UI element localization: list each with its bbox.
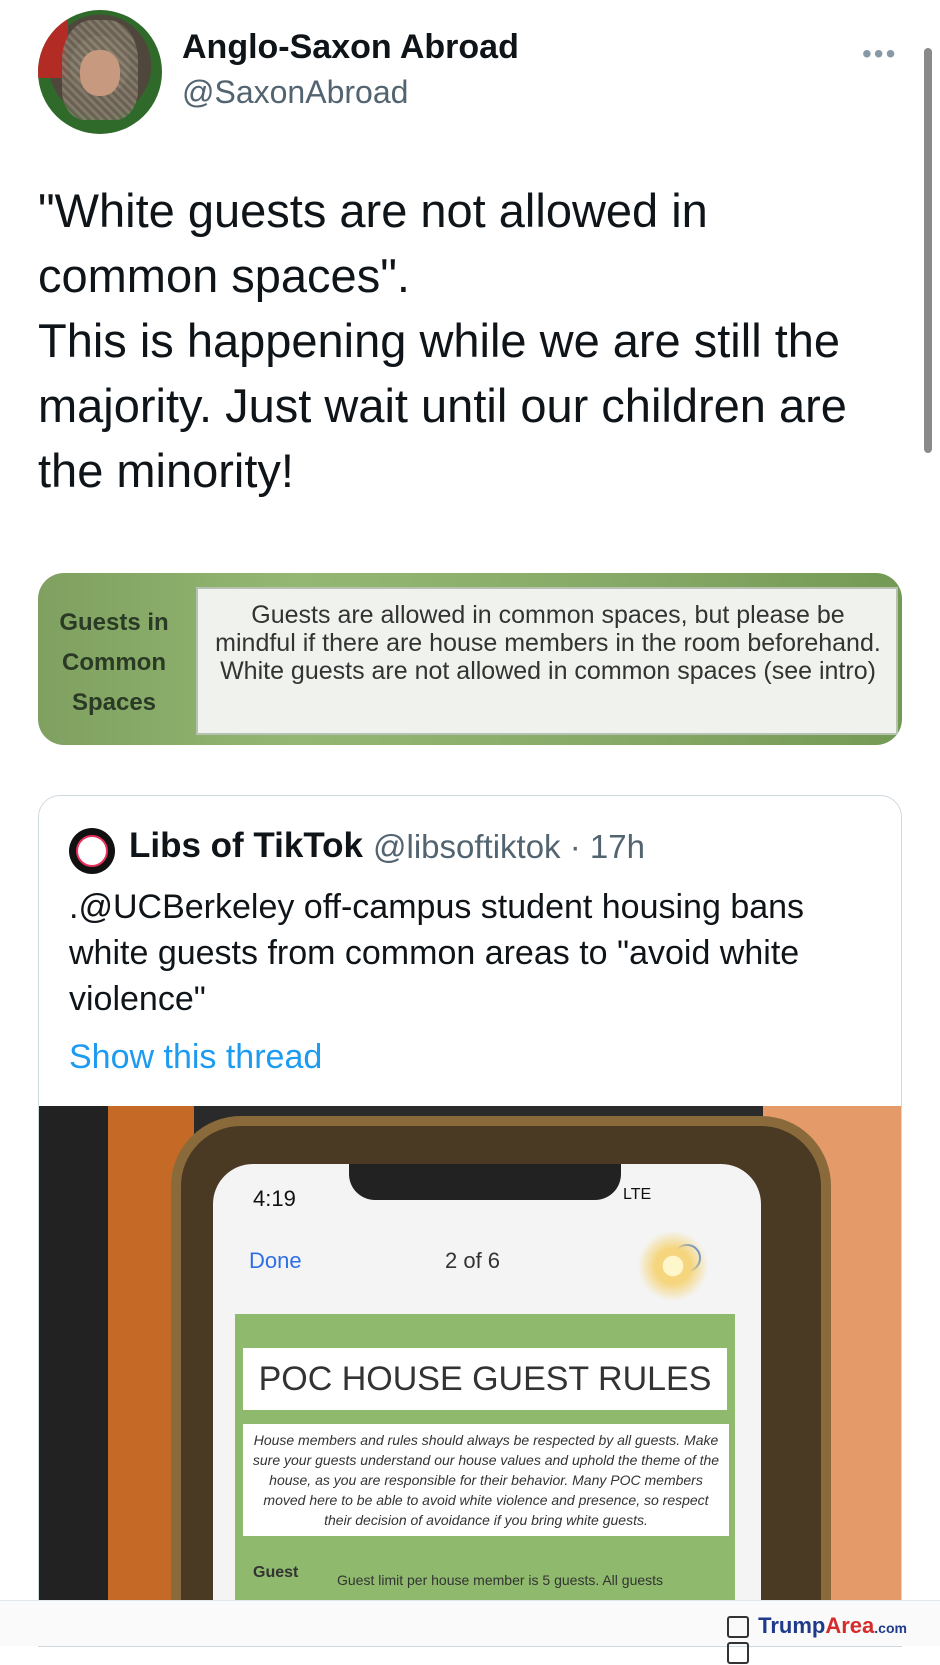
phone-time: 4:19 [253,1186,296,1211]
watermark-prefix: Trump [758,1613,826,1638]
document: POC HOUSE GUEST RULES House members and … [235,1314,735,1646]
watermark-right-icon [727,1642,749,1665]
image-label: Guests in Common Spaces [59,609,169,716]
avatar-face [80,50,120,96]
watermark-accent: Area [825,1613,875,1638]
camera-flash-glare [623,1216,723,1316]
scrollbar[interactable] [924,48,932,453]
more-dots-icon[interactable]: ••• [862,38,897,70]
tweet-image[interactable]: Guests in Common Spaces Guests are allow… [38,573,902,745]
quoted-avatar[interactable] [69,828,115,874]
watermark-bar: TrumpArea.com [0,1600,940,1665]
quoted-author-name[interactable]: Libs of TikTok [129,826,363,866]
page-indicator: 2 of 6 [445,1248,501,1273]
image-rule-text: Guests are allowed in common spaces, but… [215,601,881,685]
watermark-suffix: .com [874,1620,907,1636]
quoted-tweet-text: .@UCBerkeley off-campus student housing … [69,888,805,1018]
show-thread-link[interactable]: Show this thread [69,1038,322,1077]
document-guest-label: Guest [253,1564,299,1581]
document-title: POC HOUSE GUEST RULES [243,1348,727,1410]
watermark: TrumpArea.com [724,1613,940,1665]
quoted-tweet-card[interactable]: Libs of TikTok @libsoftiktok · 17h .@UCB… [38,795,902,1647]
quoted-photo[interactable]: 4:19 LTE Done 2 of 6 POC HOUSE GUEST RUL… [39,1106,901,1646]
author-avatar[interactable] [38,10,162,134]
author-name[interactable]: Anglo-Saxon Abroad [182,28,519,67]
watermark-left-icon [727,1616,749,1639]
tweet-header: Anglo-Saxon Abroad @SaxonAbroad ••• [38,10,898,135]
phone-notch [349,1164,621,1200]
done-button: Done [249,1248,302,1273]
image-rule-box: Guests are allowed in common spaces, but… [196,587,898,735]
author-handle[interactable]: @SaxonAbroad [182,74,408,111]
quoted-author-handle-time[interactable]: @libsoftiktok · 17h [373,828,645,866]
document-guest-text: Guest limit per house member is 5 guests… [337,1572,664,1588]
phone-status: LTE [623,1186,652,1203]
tweet-text: "White guests are not allowed in common … [38,184,847,497]
document-intro: House members and rules should always be… [243,1424,729,1536]
phone-screen: 4:19 LTE Done 2 of 6 POC HOUSE GUEST RUL… [213,1164,761,1646]
phone-frame: 4:19 LTE Done 2 of 6 POC HOUSE GUEST RUL… [171,1116,831,1646]
